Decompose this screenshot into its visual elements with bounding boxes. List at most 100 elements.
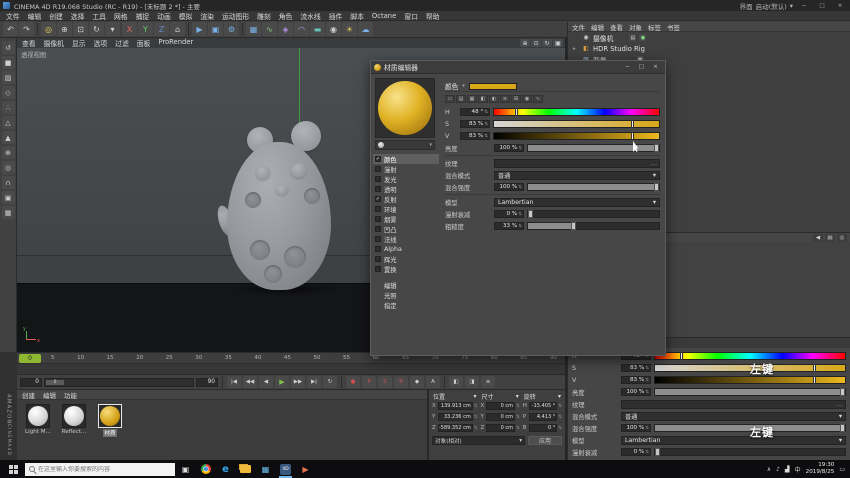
sky-icon[interactable]: ☁ <box>358 22 373 36</box>
color-mode-icon[interactable]: ⊞ <box>511 95 521 103</box>
roughness-field[interactable]: 33 %⇅ <box>494 222 524 230</box>
channel-item[interactable]: 透明 <box>373 184 439 194</box>
value-slider[interactable] <box>654 376 846 384</box>
color-mode-icon[interactable]: ▤ <box>456 95 466 103</box>
keyframe-button[interactable]: ◆ <box>410 376 424 388</box>
make-editable-icon[interactable]: ↺ <box>2 41 15 54</box>
size-z-field[interactable]: 0 cm <box>486 424 514 432</box>
menu-item[interactable]: 角色 <box>275 11 297 20</box>
hue-slider[interactable] <box>493 108 660 116</box>
power-slider[interactable]: 0 <box>44 378 194 387</box>
menu-item[interactable]: 选择 <box>67 11 89 20</box>
edge-icon[interactable]: e <box>216 461 235 478</box>
lock-workplane-icon[interactable]: ▣ <box>2 191 15 204</box>
dialog-minimize-button[interactable]: ─ <box>621 62 634 72</box>
channel-item[interactable]: 发光 <box>373 174 439 184</box>
saturation-slider[interactable] <box>493 120 660 128</box>
menu-item[interactable]: 窗口 <box>400 11 422 20</box>
channel-item[interactable]: ✓ 反射 <box>373 194 439 204</box>
channel-item[interactable]: 辉光 <box>373 254 439 264</box>
om-menu-item[interactable]: 标签 <box>648 22 661 31</box>
menu-item[interactable]: 动画 <box>153 11 175 20</box>
menu-item[interactable]: 流水线 <box>296 11 324 20</box>
mix-strength-slider[interactable] <box>527 183 660 191</box>
color-mode-icon[interactable]: ▦ <box>467 95 477 103</box>
viewport-menu-item[interactable]: 查看 <box>22 38 36 48</box>
dialog-maximize-button[interactable]: □ <box>635 62 648 72</box>
shading-model-dropdown[interactable]: Lambertian▾ <box>494 198 660 207</box>
material-preview[interactable] <box>375 78 435 138</box>
list-icon[interactable]: ≡ <box>481 376 495 388</box>
channel-item[interactable]: 置换 <box>373 264 439 274</box>
diffuse-falloff-field[interactable]: 0 %⇅ <box>494 210 524 218</box>
rotation-p-field[interactable]: 4.413 ° <box>529 413 557 421</box>
viewport-menu-item[interactable]: 过滤 <box>115 38 129 48</box>
channel-checkbox[interactable] <box>375 206 381 212</box>
brightness-slider[interactable] <box>654 388 846 396</box>
viewport-solo-icon[interactable]: ◎ <box>2 161 15 174</box>
cinema4d-taskbar-icon[interactable]: 4D <box>276 461 295 478</box>
menu-item[interactable]: 运动图形 <box>218 11 253 20</box>
brightness-field[interactable]: 100 %⇅ <box>621 388 651 396</box>
key-position-toggle[interactable]: P <box>362 376 376 388</box>
redo-icon[interactable]: ↷ <box>19 22 34 36</box>
timeline-scrubber[interactable]: 0 <box>19 354 41 363</box>
camera-icon[interactable]: ◉ <box>326 22 341 36</box>
rotation-h-field[interactable]: -15.405 ° <box>529 402 557 410</box>
rotate-tool-icon[interactable]: ↻ <box>89 22 104 36</box>
channel-checkbox[interactable] <box>375 226 381 232</box>
channel-checkbox[interactable] <box>375 216 381 222</box>
grid-icon[interactable]: ▦ <box>2 206 15 219</box>
menu-item[interactable]: 模拟 <box>175 11 197 20</box>
om-menu-item[interactable]: 对象 <box>629 22 642 31</box>
hue-slider[interactable] <box>654 352 846 360</box>
position-x-field[interactable]: 139.913 cm <box>438 402 473 410</box>
channel-checkbox[interactable] <box>375 236 381 242</box>
menu-item[interactable]: 文件 <box>2 11 24 20</box>
color-mode-icon[interactable]: ▭ <box>445 95 455 103</box>
material-item-selected[interactable]: 材质 <box>95 404 125 437</box>
value-field[interactable]: 83 %⇅ <box>621 376 651 384</box>
chrome-icon[interactable] <box>196 461 215 478</box>
saturation-field[interactable]: 83 %⇅ <box>460 120 490 128</box>
minimize-button[interactable]: ─ <box>797 1 811 10</box>
menu-item[interactable]: 网格 <box>110 11 132 20</box>
position-z-field[interactable]: -589.352 cm <box>438 424 473 432</box>
channel-footer-item[interactable]: 指定 <box>373 300 439 310</box>
size-x-field[interactable]: 0 cm <box>486 402 514 410</box>
mm-menu-item[interactable]: 创建 <box>22 390 35 399</box>
om-menu-item[interactable]: 书签 <box>667 22 680 31</box>
brightness-slider[interactable] <box>527 144 660 152</box>
polygons-mode-icon[interactable]: ▲ <box>2 131 15 144</box>
channel-footer-item[interactable]: 光照 <box>373 290 439 300</box>
mix-mode-dropdown[interactable]: 普通▾ <box>621 412 846 421</box>
recent-tool-icon[interactable]: ▾ <box>105 22 120 36</box>
value-slider[interactable] <box>493 132 660 140</box>
task-view-icon[interactable]: ▣ <box>176 461 195 478</box>
key-rotation-toggle[interactable]: R <box>394 376 408 388</box>
pan-view-icon[interactable]: ⊕ <box>520 39 530 47</box>
coordinate-system-icon[interactable]: ⌂ <box>170 22 185 36</box>
menu-item[interactable]: 捕捉 <box>132 11 154 20</box>
mix-strength-field[interactable]: 100 %⇅ <box>494 183 524 191</box>
texture-field[interactable]: … <box>621 400 846 409</box>
channel-checkbox[interactable] <box>375 176 381 182</box>
position-y-field[interactable]: 33.236 cm <box>438 413 473 421</box>
apply-button[interactable]: 应用 <box>528 436 562 445</box>
om-menu-item[interactable]: 查看 <box>610 22 623 31</box>
am-back-icon[interactable]: ◀ <box>813 234 823 242</box>
menu-item[interactable]: 帮助 <box>422 11 444 20</box>
close-button[interactable]: × <box>833 1 847 10</box>
color-mode-icon[interactable]: ◧ <box>478 95 488 103</box>
frame-end-field[interactable]: 90 <box>196 378 218 387</box>
snap-icon[interactable]: ∩ <box>2 176 15 189</box>
next-frame-button[interactable]: ▶▶ <box>291 376 305 388</box>
object-row-hdr-rig[interactable]: ▸ ◧ HDR Studio Rig <box>568 43 850 54</box>
channel-checkbox[interactable] <box>375 186 381 192</box>
channel-item[interactable]: 法线 <box>373 234 439 244</box>
volume-icon[interactable]: ♪ <box>776 466 780 473</box>
key-scale-toggle[interactable]: S <box>378 376 392 388</box>
zoom-view-icon[interactable]: ⊙ <box>531 39 541 47</box>
viewport-menu-item[interactable]: 摄像机 <box>44 38 64 48</box>
channel-checkbox[interactable]: ✓ <box>375 156 381 162</box>
